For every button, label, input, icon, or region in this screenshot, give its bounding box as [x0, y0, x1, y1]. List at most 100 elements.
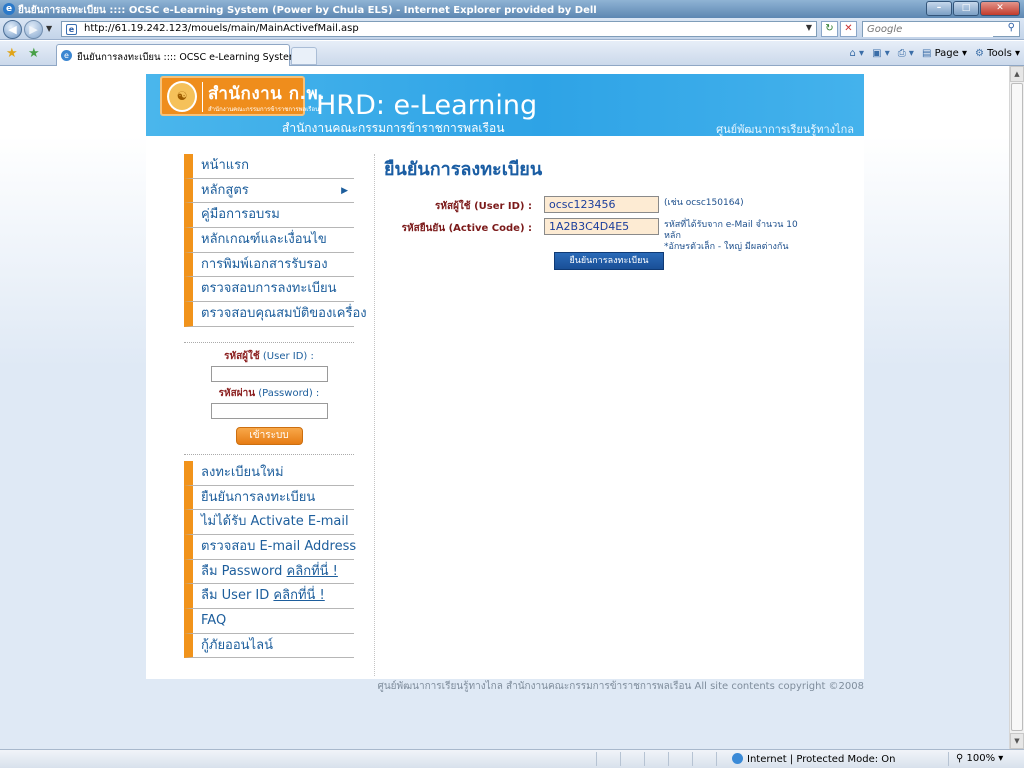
menu-item-check-registration[interactable]: ตรวจสอบการลงทะเบียน [184, 277, 354, 303]
logo-divider [202, 82, 203, 112]
menu-item-label: ตรวจสอบคุณสมบัติของเครื่อง [201, 306, 367, 322]
menu-item-manual[interactable]: คู่มือการอบรม [184, 203, 354, 229]
forgot-password-link[interactable]: คลิกที่นี่ ! [287, 564, 338, 579]
url-text[interactable]: http://61.19.242.123/mouels/main/MainAct… [84, 23, 359, 34]
menu-item-label: หลักสูตร [201, 182, 249, 198]
user-id-input[interactable] [544, 196, 659, 213]
security-zone-label: Internet | Protected Mode: On [747, 754, 896, 765]
status-separator [596, 752, 597, 766]
vertical-scrollbar[interactable]: ▲ ▼ [1009, 66, 1024, 749]
page-menu-icon: ▤ [921, 48, 932, 59]
menu-item-forgot-userid[interactable]: ลืม User ID คลิกที่นี่ ! [184, 584, 354, 609]
stop-button[interactable]: ✕ [840, 21, 857, 37]
username-label-bold: รหัสผู้ใช้ [224, 350, 260, 362]
close-button[interactable]: ✕ [980, 1, 1020, 16]
active-code-hint-line: หลัก [664, 231, 681, 241]
browser-tab[interactable]: e ยืนยันการลงทะเบียน :::: OCSC e-Learnin… [56, 44, 314, 66]
forward-button[interactable]: ▶ [24, 20, 43, 39]
address-bar[interactable]: e http://61.19.242.123/mouels/main/MainA… [61, 21, 817, 37]
divider [184, 445, 354, 455]
menu-item-register[interactable]: ลงทะเบียนใหม่ [184, 460, 354, 486]
divider [184, 333, 354, 343]
back-button[interactable]: ◀ [3, 20, 22, 39]
tab-title: ยืนยันการลงทะเบียน :::: OCSC e-Learning … [77, 52, 314, 63]
confirm-registration-button[interactable]: ยืนยันการลงทะเบียน [554, 252, 664, 270]
globe-icon [732, 753, 743, 764]
favorites-star-icon[interactable]: ★ [6, 46, 18, 61]
status-separator [948, 752, 949, 766]
forgot-userid-link[interactable]: คลิกที่นี่ ! [273, 588, 324, 603]
password-label: รหัสผ่าน (Password) : [184, 386, 354, 401]
org-name: สำนักงานคณะกรรมการข้าราชการพลเรือน [282, 121, 505, 135]
logo-text: สำนักงาน ก.พ. [208, 84, 326, 104]
search-icon[interactable]: ⚲ [1008, 22, 1015, 33]
submenu-arrow-icon: ▶ [341, 185, 348, 196]
history-dropdown-icon[interactable]: ▼ [46, 24, 52, 33]
refresh-button[interactable]: ↻ [821, 21, 838, 37]
menu-item-faq[interactable]: FAQ [184, 608, 354, 634]
security-zone[interactable]: Internet | Protected Mode: On [732, 753, 895, 765]
zoom-level[interactable]: ⚲ 100% ▾ [956, 753, 1003, 764]
page-title: ยืนยันการลงทะเบียน [384, 159, 543, 180]
login-button[interactable]: เข้าระบบ [235, 426, 303, 445]
menu-item-label: FAQ [201, 612, 227, 628]
new-tab-button[interactable] [291, 47, 317, 65]
menu-item-label: ลืม User ID [201, 588, 274, 604]
menu-item-label: ลงทะเบียนใหม่ [201, 464, 284, 480]
active-code-row: รหัสยืนยัน (Active Code) : รหัสที่ได้รับ… [384, 217, 854, 252]
user-id-row: รหัสผู้ใช้ (User ID) : (เช่น ocsc150164) [384, 195, 854, 217]
status-separator [692, 752, 693, 766]
status-separator [644, 752, 645, 766]
center-name: ศูนย์พัฒนาการเรียนรู้ทางไกล [716, 123, 854, 136]
footer-copyright: ศูนย์พัฒนาการเรียนรู้ทางไกล สำนักงานคณะก… [377, 681, 865, 692]
address-toolbar: ◀ ▶ ▼ e http://61.19.242.123/mouels/main… [0, 18, 1024, 40]
scroll-down-icon[interactable]: ▼ [1010, 733, 1024, 749]
menu-item-check-email[interactable]: ตรวจสอบ E-mail Address [184, 534, 356, 560]
menu-item-online-rescue[interactable]: กู้ภัยออนไลน์ [184, 633, 354, 659]
scroll-thumb[interactable] [1011, 83, 1023, 731]
username-input[interactable] [210, 365, 328, 382]
page-container: ☯ สำนักงาน ก.พ. สำนักงานคณะกรรมการข้าราช… [146, 74, 864, 692]
menu-item-label: ตรวจสอบการลงทะเบียน [201, 281, 337, 297]
page-viewport: ☯ สำนักงาน ก.พ. สำนักงานคณะกรรมการข้าราช… [0, 66, 1009, 749]
menu-item-label: คู่มือการอบรม [201, 207, 280, 223]
sidebar: หน้าแรก หลักสูตร ▶ คู่มือการอบรม หลักเกณฑ… [184, 154, 367, 659]
ocsc-logo[interactable]: ☯ สำนักงาน ก.พ. สำนักงานคณะกรรมการข้าราช… [160, 76, 325, 116]
feeds-icon[interactable]: ▣ ▾ [872, 48, 890, 59]
main-content: ยืนยันการลงทะเบียน รหัสผู้ใช้ (User ID) … [384, 154, 854, 270]
password-input[interactable] [210, 402, 328, 419]
menu-item-courses[interactable]: หลักสูตร ▶ [184, 178, 354, 204]
add-favorites-icon[interactable]: ★ [28, 46, 40, 61]
menu-item-no-activate-email[interactable]: ไม่ได้รับ Activate E-mail [184, 510, 354, 535]
maximize-button[interactable]: □ [953, 1, 979, 16]
home-icon[interactable]: ⌂ ▾ [850, 48, 865, 59]
tools-menu-label: Tools [987, 48, 1012, 59]
active-code-hint: รหัสที่ได้รับจาก e-Mail จำนวน 10 หลัก *อัก… [664, 220, 798, 253]
seal-icon: ☯ [167, 81, 197, 112]
menu-item-home[interactable]: หน้าแรก [184, 154, 354, 179]
logo-subtext: สำนักงานคณะกรรมการข้าราชการพลเรือน [208, 106, 320, 113]
minimize-button[interactable]: – [926, 1, 952, 16]
username-label-text: (User ID) : [259, 350, 314, 362]
password-label-text: (Password) : [255, 387, 320, 399]
column-divider [374, 154, 375, 676]
status-bar: Internet | Protected Mode: On ⚲ 100% ▾ [0, 749, 1024, 768]
menu-item-forgot-password[interactable]: ลืม Password คลิกที่นี่ ! [184, 559, 354, 585]
menu-item-rules[interactable]: หลักเกณฑ์และเงื่อนไข [184, 228, 354, 253]
active-code-label: รหัสยืนยัน (Active Code) : [401, 223, 532, 234]
menu-item-print-certificate[interactable]: การพิมพ์เอกสารรับรอง [184, 252, 354, 278]
url-dropdown-icon[interactable]: ▼ [806, 23, 812, 32]
active-code-input[interactable] [544, 218, 659, 235]
tools-menu[interactable]: ⚙ Tools ▾ [975, 48, 1020, 59]
menu-item-confirm-registration[interactable]: ยืนยันการลงทะเบียน [184, 485, 354, 511]
scroll-up-icon[interactable]: ▲ [1010, 66, 1024, 82]
active-code-hint-line: รหัสที่ได้รับจาก e-Mail จำนวน 10 [664, 220, 798, 230]
menu-item-check-system[interactable]: ตรวจสอบคุณสมบัติของเครื่อง [184, 302, 367, 327]
search-input[interactable] [863, 22, 993, 37]
search-box[interactable]: ⚲ [862, 21, 1020, 37]
status-separator [668, 752, 669, 766]
menu-item-label: หน้าแรก [201, 158, 249, 173]
page-menu[interactable]: ▤ Page ▾ [922, 48, 967, 59]
print-icon[interactable]: ⎙ ▾ [898, 48, 914, 59]
password-label-bold: รหัสผ่าน [218, 387, 256, 399]
